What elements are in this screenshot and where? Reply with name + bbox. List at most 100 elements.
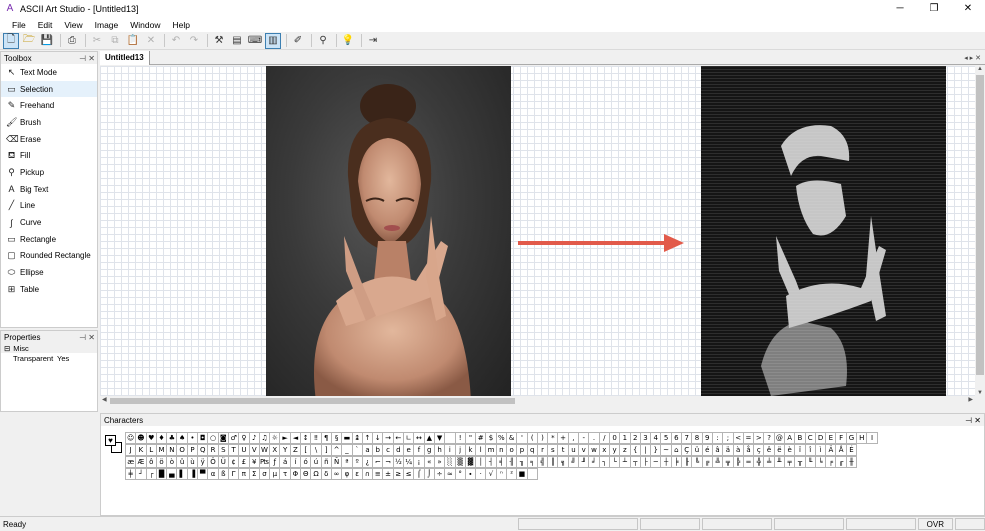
pencil-icon: ✎ [7, 100, 16, 111]
tool-freehand[interactable]: ✎ Freehand [1, 97, 97, 114]
characters-panel: Characters ⊣ ✕ ♥ ☺ ☻ ♥ ♦ ♣ ♠ • ◘ ○ ◙ ♂ ♀ ♪ ♫ ☼ ► ◄ ↕ ‼ ¶ § ▬ ↨… [100, 413, 985, 516]
big-text-icon: A [8, 184, 15, 195]
curve-icon: ∫ [10, 217, 13, 228]
menu-bar: File Edit View Image Window Help [0, 17, 985, 32]
drawing-canvas[interactable] [100, 66, 975, 396]
toolbar-divider [164, 34, 165, 47]
tool-big-text[interactable]: A Big Text [1, 181, 97, 198]
toolbar-divider [85, 34, 86, 47]
horizontal-scrollbar[interactable]: ◀ ▶ [100, 396, 975, 406]
eyedropper-icon[interactable]: ✐ [290, 33, 306, 49]
scroll-down-arrow-icon[interactable]: ▼ [975, 390, 985, 396]
line-icon: ╱ [8, 200, 15, 211]
menu-image[interactable]: Image [89, 20, 125, 30]
menu-view[interactable]: View [58, 20, 88, 30]
toolbar-divider [207, 34, 208, 47]
app-logo-icon: A [6, 2, 14, 14]
toolbox-header: Toolbox ⊣ ✕ [1, 52, 97, 64]
scroll-right-arrow-icon[interactable]: ▶ [968, 396, 973, 403]
tool-pickup[interactable]: ⚲ Pickup [1, 164, 97, 181]
vertical-scrollbar[interactable]: ▲ ▼ [975, 66, 985, 396]
tools-icon[interactable]: ⚒ [211, 33, 227, 49]
cut-icon[interactable]: ✂ [89, 33, 105, 49]
tool-label: Freehand [20, 101, 55, 111]
character-cell[interactable]: ╫ [845, 456, 858, 468]
document-tab-strip: Untitled13 ◂ ▸ ✕ [100, 50, 985, 65]
character-cell[interactable]: I [866, 432, 878, 444]
menu-window[interactable]: Window [124, 20, 166, 30]
save-icon[interactable]: 💾 [39, 33, 55, 49]
tool-text-mode[interactable]: ↖ Text Mode [1, 64, 97, 81]
pipette-icon: ⚲ [8, 166, 15, 177]
status-field [701, 518, 772, 530]
brush-icon: 🖌 [6, 116, 18, 127]
keyboard-icon[interactable]: ⌨ [247, 33, 263, 49]
undo-icon[interactable]: ↶ [168, 33, 184, 49]
paste-icon[interactable]: 📋 [125, 33, 141, 49]
collapse-icon[interactable]: ⊟ [4, 344, 10, 353]
tool-ellipse[interactable]: ⬭ Ellipse [1, 264, 97, 281]
redo-icon[interactable]: ↷ [186, 33, 202, 49]
main-toolbar: 🗋 🗁 💾 ⎙ ✂ ⧉ 📋 ✕ ↶ ↷ ⚒ ▤ ⌨ ▥ ✐ ⚲ 💡 ⇥ [0, 32, 985, 50]
menu-file[interactable]: File [6, 20, 32, 30]
help-icon[interactable]: 💡 [340, 33, 356, 49]
toolbar-divider [286, 34, 287, 47]
scroll-up-arrow-icon[interactable]: ▲ [975, 66, 985, 72]
scroll-left-arrow-icon[interactable]: ◀ [102, 396, 107, 403]
tool-curve[interactable]: ∫ Curve [1, 214, 97, 231]
characters-title: Characters [104, 415, 144, 425]
delete-icon[interactable]: ✕ [143, 33, 159, 49]
property-value[interactable]: Yes [57, 354, 69, 363]
maximize-button[interactable]: ❐ [917, 0, 951, 17]
tool-label: Brush [20, 117, 41, 127]
minimize-button[interactable]: ─ [883, 0, 917, 17]
character-cell[interactable] [526, 468, 538, 480]
cursor-icon: ↖ [7, 66, 16, 77]
character-cell[interactable]: É [845, 444, 858, 456]
ascii-portrait-highlights [761, 125, 886, 396]
open-folder-icon[interactable]: 🗁 [21, 33, 37, 49]
status-field [773, 518, 844, 530]
tool-selection[interactable]: ▭ Selection [1, 80, 97, 98]
current-character-swatch[interactable]: ♥ [105, 435, 123, 453]
property-name: Transparent [13, 353, 54, 363]
category-label: Misc [13, 343, 29, 353]
panel-pin-close-buttons[interactable]: ⊣ ✕ [79, 333, 97, 342]
horizontal-scroll-thumb[interactable] [110, 398, 515, 404]
status-field [955, 518, 985, 530]
tool-list: ↖ Text Mode ▭ Selection ✎ Freehand 🖌 Brush ⌫ Eras… [1, 64, 97, 298]
tab-navigation-buttons[interactable]: ◂ ▸ ✕ [964, 54, 985, 62]
panel-pin-close-buttons[interactable]: ⊣ ✕ [79, 54, 97, 63]
new-file-icon[interactable]: 🗋 [3, 32, 19, 49]
table-icon: ⊞ [7, 283, 16, 294]
copy-icon[interactable]: ⧉ [107, 33, 123, 49]
menu-edit[interactable]: Edit [32, 20, 59, 30]
tool-rounded-rectangle[interactable]: ▢ Rounded Rectangle [1, 248, 97, 265]
close-button[interactable]: ✕ [951, 0, 985, 17]
tool-table[interactable]: ⊞ Table [1, 281, 97, 298]
tool-brush[interactable]: 🖌 Brush [1, 114, 97, 131]
window-controls: ─ ❐ ✕ [883, 0, 985, 17]
tool-line[interactable]: ╱ Line [1, 198, 97, 215]
tool-erase[interactable]: ⌫ Erase [1, 131, 97, 148]
rounded-rectangle-icon: ▢ [7, 250, 16, 261]
panel-pin-close-buttons[interactable]: ⊣ ✕ [965, 416, 984, 425]
vertical-scroll-thumb[interactable] [976, 75, 984, 375]
exit-icon[interactable]: ⇥ [365, 33, 381, 49]
print-icon[interactable]: ⎙ [64, 33, 80, 49]
status-fields: OVR [516, 518, 985, 530]
foreground-swatch[interactable]: ♥ [105, 435, 116, 446]
character-row: æ Æô ö ò û ù ÿ Ö Ü ¢ £ ¥ ₧ ƒ á í ó ú ñ Ñª º ¿ ⌐ ¬ ½ ¼ ¡ «» ░ ▒ ▓ │ ┤ ╡ ╢ ╖ ╕… [125, 456, 980, 468]
property-row[interactable]: Transparent Yes [1, 353, 97, 363]
rectangle-icon: ▭ [7, 233, 16, 244]
image-tool-icon[interactable]: ▤ [229, 33, 245, 49]
zoom-icon[interactable]: ⚲ [315, 33, 331, 49]
panel-toggle-icon[interactable]: ▥ [265, 32, 281, 49]
character-row: ╪ ┘ ┌ █ ▄ ▌ ▐ ▀ α ß Γπ Σσ µ τ Φ Θ Ωδ ∞ φ ε ∩ ≡ ± ≥ ≤ ⌠ ⌡ ÷ ≈ ° ∙ · √ ⁿ ² ■ [125, 468, 980, 480]
tool-fill[interactable]: ⛾ Fill [1, 147, 97, 164]
property-category[interactable]: ⊟ Misc [1, 343, 97, 353]
tab-untitled13[interactable]: Untitled13 [100, 50, 150, 65]
menu-help[interactable]: Help [167, 20, 196, 30]
tool-rectangle[interactable]: ▭ Rectangle [1, 231, 97, 248]
tool-label: Text Mode [20, 67, 57, 77]
